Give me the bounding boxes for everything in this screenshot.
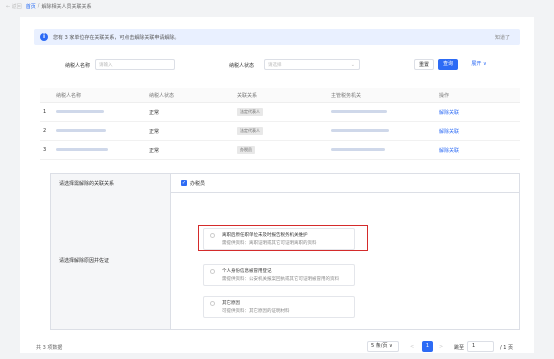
- reason-option-desc: 需提供资料：离职证明或其它可证明离职的资料: [222, 241, 317, 246]
- redacted-name: [56, 148, 108, 151]
- breadcrumb-separator: /: [37, 3, 40, 9]
- reason-option-title: 离职后原任职单位未及时报告税务机关维护: [222, 233, 308, 238]
- next-page-button[interactable]: >: [439, 344, 443, 350]
- query-button[interactable]: 查询: [438, 59, 458, 70]
- row-status: 正常: [149, 109, 160, 116]
- redacted-name: [56, 110, 104, 113]
- reason-option-identity-misuse[interactable]: 个人身份信息被冒用登记 需提供资料：公安机关报案回执或其它可证明被冒用的资料: [203, 264, 355, 286]
- expand-button[interactable]: 展开 ∨: [465, 59, 493, 70]
- page-size-select[interactable]: 5 条/页 ∨: [367, 341, 399, 352]
- status-label: 纳税人状态: [229, 63, 255, 69]
- radio-icon[interactable]: [210, 269, 215, 274]
- unlink-button[interactable]: 解除关联: [439, 110, 459, 116]
- relation-option-label[interactable]: 办税员: [190, 180, 205, 187]
- row-index: 2: [43, 128, 47, 134]
- breadcrumb-current: 解除相关人员关联关系: [41, 3, 92, 10]
- relation-tag: 办税员: [237, 146, 255, 154]
- table-row: 3 正常 办税员 解除关联: [40, 141, 520, 160]
- total-pages: / 1 页: [500, 345, 514, 351]
- redacted-tax-office: [331, 110, 387, 113]
- name-label: 纳税人名称: [65, 63, 91, 69]
- status-select-placeholder: 请选择: [268, 63, 282, 68]
- breadcrumb: ← 返回 首页 / 解除相关人员关联关系: [0, 0, 554, 12]
- jump-page-input[interactable]: 1: [467, 341, 494, 352]
- checkbox-checked-icon[interactable]: ✓: [181, 180, 187, 186]
- dismiss-notice-link[interactable]: 知道了: [495, 34, 510, 41]
- redacted-tax-office: [331, 129, 389, 132]
- row-status: 正常: [149, 147, 160, 154]
- reason-option-title: 个人身份信息被冒用登记: [222, 269, 272, 274]
- header-action: 操作: [439, 92, 450, 99]
- unlink-form: 请选择需解除的关联关系 ✓ 办税员 请选择解除原因并佐证 离职后原任职单位未及时…: [50, 173, 520, 330]
- reset-button[interactable]: 重置: [414, 59, 434, 70]
- row-index: 3: [43, 147, 47, 153]
- reason-option-other[interactable]: 其它原因 可提供资料：其它原因的证明材料: [203, 296, 355, 318]
- reason-option-title: 其它原因: [222, 301, 240, 306]
- header-relation: 关联关系: [237, 92, 258, 99]
- chevron-down-icon: ⌄: [350, 62, 355, 68]
- main-panel: i 您有 3 家单位存在关联关系，可点击解除关联申请解除。 知道了 纳税人名称 …: [20, 17, 534, 353]
- current-page-button[interactable]: 1: [422, 341, 433, 352]
- redacted-name: [56, 129, 106, 132]
- notice-text: 您有 3 家单位存在关联关系，可点击解除关联申请解除。: [53, 34, 180, 41]
- header-status: 纳税人状态: [149, 92, 175, 99]
- radio-icon[interactable]: [210, 301, 215, 306]
- info-icon: i: [40, 33, 48, 41]
- radio-icon[interactable]: [210, 233, 215, 238]
- reason-option-desc: 需提供资料：公安机关报案回执或其它可证明被冒用的资料: [222, 277, 339, 282]
- header-name: 纳税人名称: [56, 92, 82, 99]
- pagination-bar: 共 3 项数据 5 条/页 ∨ < 1 > 跳至 1 / 1 页: [34, 340, 520, 354]
- row-status: 正常: [149, 128, 160, 135]
- table-row: 1 正常 法定代表人 解除关联: [40, 103, 520, 122]
- name-input[interactable]: 请输入: [95, 59, 175, 70]
- reason-option-resigned[interactable]: 离职后原任职单位未及时报告税务机关维护 需提供资料：离职证明或其它可证明离职的资…: [203, 228, 355, 250]
- prev-page-button[interactable]: <: [410, 344, 414, 350]
- info-notice: i 您有 3 家单位存在关联关系，可点击解除关联申请解除。 知道了: [34, 29, 520, 45]
- back-link[interactable]: ← 返回: [6, 3, 22, 10]
- relation-tag: 法定代表人: [237, 108, 263, 116]
- table-header: 纳税人名称 纳税人状态 关联关系 主管税务机关 操作: [40, 88, 520, 103]
- total-count: 共 3 项数据: [36, 345, 63, 351]
- jump-label: 跳至: [454, 345, 465, 351]
- header-tax-office: 主管税务机关: [331, 92, 362, 99]
- row-index: 1: [43, 109, 47, 115]
- relation-tag: 法定代表人: [237, 127, 263, 135]
- status-select[interactable]: 请选择 ⌄: [264, 59, 360, 70]
- table-row: 2 正常 法定代表人 解除关联: [40, 122, 520, 141]
- redacted-tax-office: [331, 148, 385, 151]
- breadcrumb-home[interactable]: 首页: [26, 3, 36, 10]
- unlink-button[interactable]: 解除关联: [439, 129, 459, 135]
- reason-label: 请选择解除原因并佐证: [51, 192, 171, 329]
- relation-select-label: 请选择需解除的关联关系: [51, 174, 171, 192]
- results-table: 纳税人名称 纳税人状态 关联关系 主管税务机关 操作 1 正常 法定代表人 解除…: [40, 88, 520, 160]
- unlink-button[interactable]: 解除关联: [439, 148, 459, 154]
- reason-option-desc: 可提供资料：其它原因的证明材料: [222, 309, 290, 314]
